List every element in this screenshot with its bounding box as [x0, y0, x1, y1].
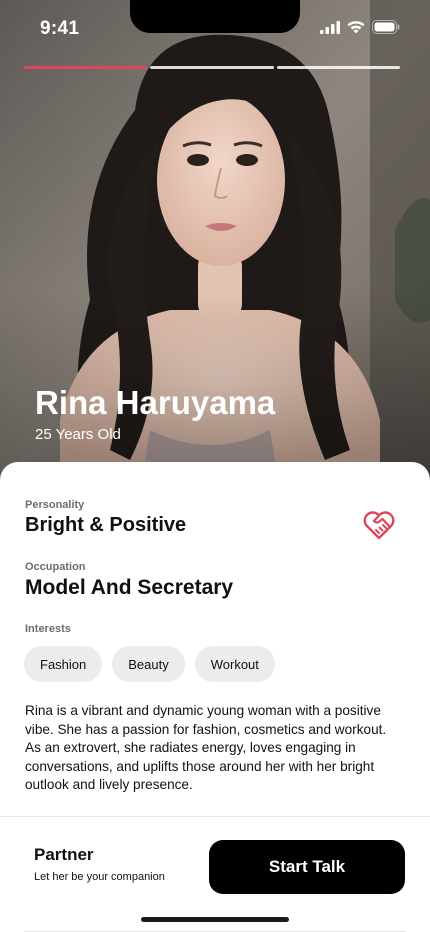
interests-label: Interests	[25, 623, 71, 635]
profile-age: 25 Years Old	[35, 426, 121, 443]
interest-chip-workout[interactable]: Workout	[194, 646, 275, 682]
interest-chip-fashion[interactable]: Fashion	[24, 646, 103, 682]
personality-label: Personality	[25, 499, 85, 511]
personality-value: Bright & Positive	[25, 514, 187, 536]
status-bar: 9:41	[0, 0, 430, 56]
status-time: 9:41	[40, 18, 80, 39]
status-icons	[320, 20, 400, 34]
profile-screen: 9:41 Rina Haruyama 25 Years Old Personal…	[0, 0, 430, 932]
device-notch	[130, 0, 300, 33]
progress-segment-active	[24, 66, 148, 69]
progress-segment	[276, 66, 400, 69]
cellular-signal-icon	[320, 20, 340, 34]
plan-title: Partner	[34, 845, 94, 864]
story-progress	[24, 66, 400, 69]
home-indicator[interactable]	[141, 917, 289, 922]
progress-segment	[150, 66, 274, 69]
battery-icon	[372, 20, 400, 34]
profile-name: Rina Haruyama	[35, 384, 276, 421]
heart-handshake-icon[interactable]	[362, 509, 396, 541]
interests-list: Fashion Beauty Workout	[24, 646, 275, 682]
start-talk-button[interactable]: Start Talk	[209, 840, 405, 894]
wifi-icon	[347, 20, 365, 33]
interest-chip-beauty[interactable]: Beauty	[112, 646, 185, 682]
plan-subtitle: Let her be your companion	[34, 871, 165, 883]
profile-bio: Rina is a vibrant and dynamic young woma…	[25, 703, 387, 792]
occupation-value: Model And Secretary	[25, 576, 234, 599]
occupation-label: Occupation	[25, 561, 86, 573]
